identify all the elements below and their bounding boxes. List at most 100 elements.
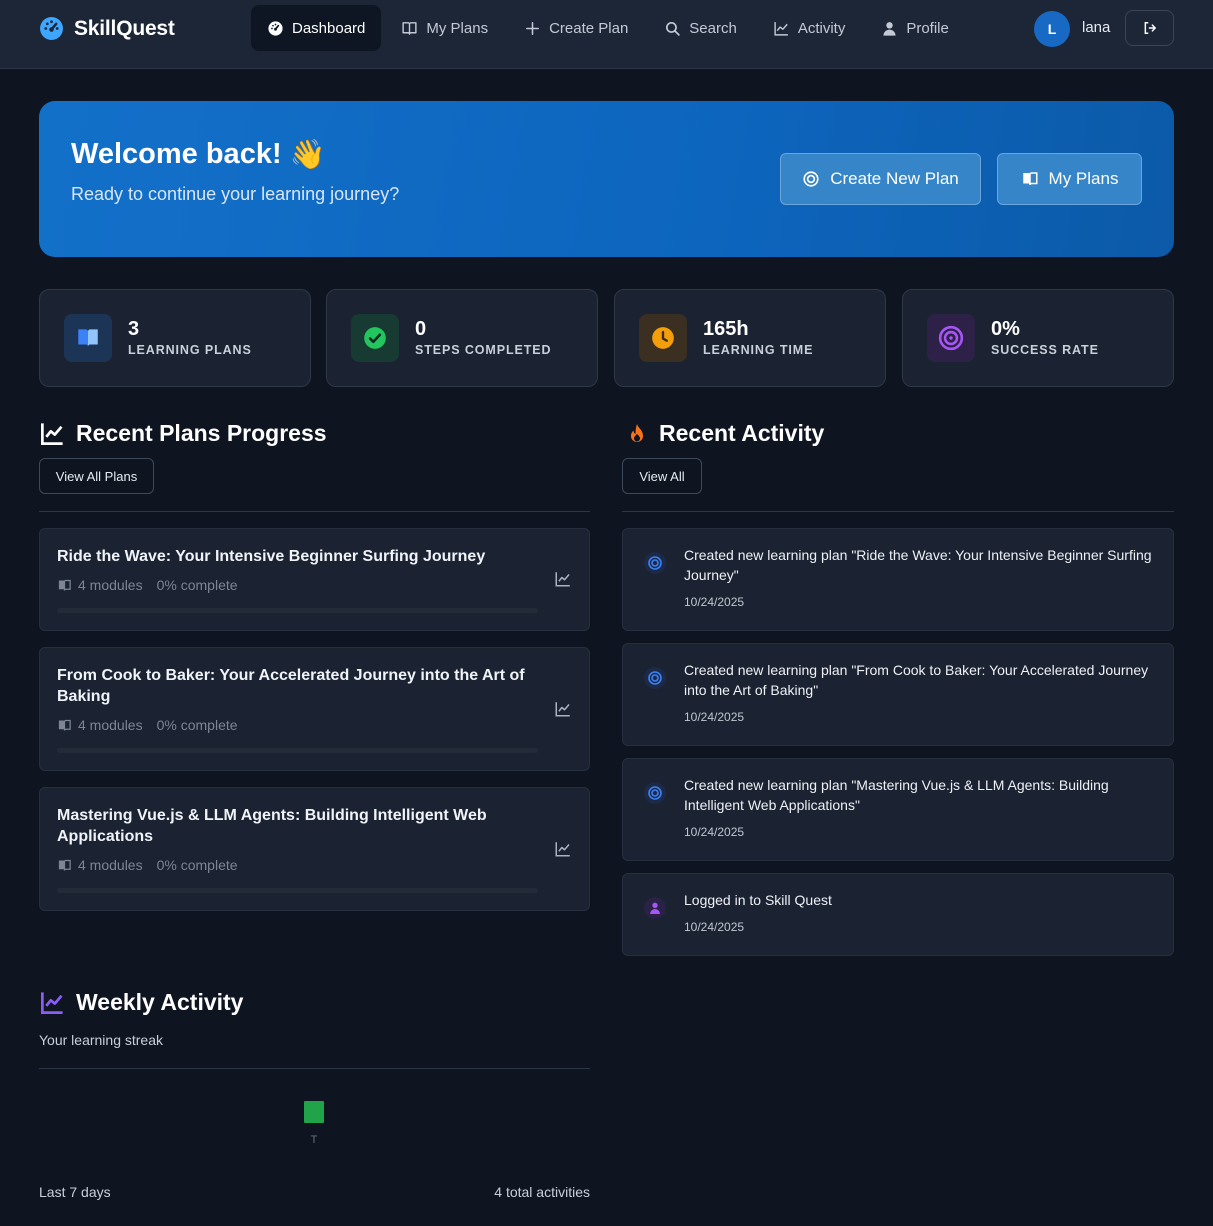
plan-meta: 4 modules 0% complete — [57, 857, 238, 873]
plan-card[interactable]: Mastering Vue.js & LLM Agents: Building … — [39, 787, 590, 911]
stat-label: STEPS COMPLETED — [415, 343, 552, 357]
nav-item-label: Activity — [797, 19, 846, 37]
plan-title: Ride the Wave: Your Intensive Beginner S… — [57, 548, 486, 565]
nav-item-label: Profile — [906, 19, 949, 37]
stat-icon-box — [351, 314, 399, 362]
weekly-activity-heading: Weekly Activity — [39, 989, 243, 1016]
nav-item-dashboard[interactable]: Dashboard — [251, 5, 382, 51]
welcome-subtitle: Ready to continue your learning journey? — [71, 184, 400, 204]
stat-label: LEARNING TIME — [703, 343, 814, 357]
plan-meta: 4 modules 0% complete — [57, 717, 238, 733]
stat-card-steps-completed: 0 STEPS COMPLETED — [326, 289, 598, 387]
target-icon — [648, 671, 662, 685]
activity-item[interactable]: Created new learning plan "From Cook to … — [622, 643, 1174, 746]
target-icon — [648, 556, 662, 570]
target-icon — [648, 786, 662, 800]
top-navbar: SkillQuest Dashboard My Plans Create Pla… — [0, 0, 1213, 69]
recent-activity-heading: Recent Activity — [625, 420, 824, 447]
activity-date: 10/24/2025 — [684, 595, 745, 609]
stat-label: LEARNING PLANS — [128, 343, 252, 357]
stat-value: 165h — [703, 318, 749, 340]
gauge-logo-icon — [40, 17, 63, 40]
fire-icon — [631, 423, 643, 442]
activity-text: Created new learning plan "Ride the Wave… — [684, 547, 1152, 583]
chart-line-icon — [774, 21, 788, 36]
activity-icon-box — [644, 897, 666, 919]
plan-title: From Cook to Baker: Your Accelerated Jou… — [57, 667, 525, 705]
nav-item-create-plan[interactable]: Create Plan — [508, 5, 644, 51]
trend-icon[interactable] — [554, 840, 572, 858]
activity-text: Logged in to Skill Quest — [684, 892, 832, 908]
target-icon — [938, 325, 964, 351]
plan-progress-text: 0% complete — [156, 857, 238, 873]
avatar[interactable]: L — [1034, 11, 1070, 47]
book-icon — [58, 859, 71, 871]
plan-meta: 4 modules 0% complete — [57, 577, 238, 593]
activity-day-bar — [304, 1101, 324, 1123]
plan-progress-bar — [57, 888, 538, 893]
trend-icon[interactable] — [554, 700, 572, 718]
stat-value: 0 — [415, 318, 427, 340]
my-plans-button[interactable]: My Plans — [997, 153, 1142, 205]
create-new-plan-button[interactable]: Create New Plan — [780, 153, 981, 205]
my-plans-label: My Plans — [1048, 169, 1119, 188]
nav-menu: Dashboard My Plans Create Plan Search Ac… — [251, 5, 969, 51]
activity-icon-box — [644, 552, 666, 574]
book-icon — [78, 329, 98, 347]
recent-plans-title: Recent Plans Progress — [76, 420, 327, 446]
plan-title: Mastering Vue.js & LLM Agents: Building … — [57, 807, 487, 845]
recent-activity-title: Recent Activity — [659, 420, 825, 446]
logout-icon — [1144, 22, 1156, 34]
activity-day-label: T — [310, 1134, 318, 1146]
view-all-activity-button[interactable]: View All — [622, 458, 702, 494]
target-icon — [803, 171, 819, 187]
search-icon — [666, 21, 681, 36]
weekly-total: 4 total activities — [494, 1184, 590, 1200]
weekly-period: Last 7 days — [39, 1184, 111, 1200]
nav-item-activity[interactable]: Activity — [757, 5, 862, 51]
book-icon — [58, 719, 71, 731]
nav-item-label: Search — [689, 19, 737, 37]
view-all-plans-button[interactable]: View All Plans — [39, 458, 154, 494]
nav-item-label: Create Plan — [549, 19, 629, 37]
activity-item[interactable]: Logged in to Skill Quest 10/24/2025 — [622, 873, 1174, 956]
wave-emoji: 👋 — [289, 137, 326, 171]
stat-icon-box — [639, 314, 687, 362]
activity-item[interactable]: Created new learning plan "Mastering Vue… — [622, 758, 1174, 861]
book-icon — [1022, 172, 1038, 186]
brand-name: SkillQuest — [74, 16, 175, 40]
trend-icon[interactable] — [554, 570, 572, 588]
divider — [39, 1068, 590, 1069]
activity-icon-box — [644, 667, 666, 689]
brand[interactable]: SkillQuest — [39, 16, 175, 41]
plan-progress-text: 0% complete — [156, 717, 238, 733]
logout-button[interactable] — [1125, 10, 1174, 46]
check-circle-icon — [364, 327, 386, 349]
weekly-activity-title: Weekly Activity — [76, 989, 244, 1015]
username[interactable]: lana — [1082, 19, 1110, 36]
nav-item-search[interactable]: Search — [648, 5, 753, 51]
stat-card-learning-plans: 3 LEARNING PLANS — [39, 289, 311, 387]
activity-date: 10/24/2025 — [684, 825, 745, 839]
nav-item-label: Dashboard — [292, 19, 366, 37]
divider — [39, 511, 590, 512]
nav-item-profile[interactable]: Profile — [865, 5, 965, 51]
recent-plans-heading: Recent Plans Progress — [39, 420, 327, 447]
plan-card[interactable]: From Cook to Baker: Your Accelerated Jou… — [39, 647, 590, 771]
stat-label: SUCCESS RATE — [991, 343, 1099, 357]
stat-icon-box — [927, 314, 975, 362]
stat-card-success-rate: 0% SUCCESS RATE — [902, 289, 1174, 387]
plan-card[interactable]: Ride the Wave: Your Intensive Beginner S… — [39, 528, 590, 631]
plan-progress-bar — [57, 748, 538, 753]
plan-progress-bar — [57, 608, 538, 613]
nav-item-my-plans[interactable]: My Plans — [385, 5, 504, 51]
weekly-subtitle: Your learning streak — [39, 1032, 164, 1048]
activity-item[interactable]: Created new learning plan "Ride the Wave… — [622, 528, 1174, 631]
plus-icon — [526, 21, 540, 35]
activity-text: Created new learning plan "From Cook to … — [684, 662, 1149, 698]
divider — [622, 511, 1174, 512]
welcome-banner: Welcome back! 👋 Ready to continue your l… — [39, 101, 1174, 257]
stat-icon-box — [64, 314, 112, 362]
chart-line-icon — [41, 992, 63, 1014]
book-icon — [58, 579, 71, 591]
